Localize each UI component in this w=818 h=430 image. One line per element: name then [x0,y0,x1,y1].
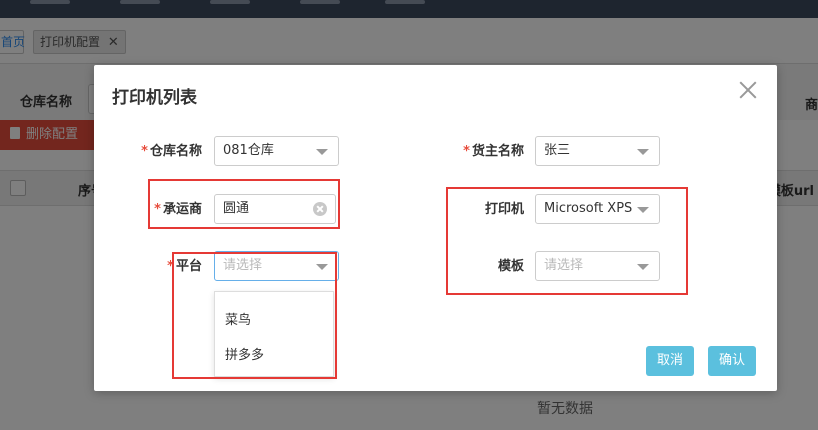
chevron-down-icon [637,149,649,155]
carrier-select[interactable]: 圆通 [214,194,336,224]
warehouse-select[interactable]: 081仓库 [214,136,339,166]
printer-select-value: Microsoft XPS [544,201,633,216]
clear-icon[interactable] [313,202,327,216]
platform-label-text: 平台 [175,259,202,274]
platform-select[interactable]: 请选择 [214,251,339,281]
platform-select-placeholder: 请选择 [223,258,263,273]
confirm-button[interactable]: 确认 [708,346,756,376]
chevron-down-icon [637,264,649,270]
printer-field-label: 打印机 [424,195,524,225]
platform-dropdown: 菜鸟 拼多多 [214,291,334,377]
platform-option-cainiao[interactable]: 菜鸟 [225,309,251,328]
carrier-label-text: 承运商 [162,202,202,217]
required-mark: * [463,144,470,159]
template-label-text: 模板 [497,259,524,274]
warehouse-label-text: 仓库名称 [149,144,202,159]
platform-field-label: * 平台 [102,252,202,282]
printer-label-text: 打印机 [484,202,524,217]
platform-option-pinduoduo[interactable]: 拼多多 [225,344,264,363]
template-select[interactable]: 请选择 [535,251,660,281]
required-mark: * [141,144,148,159]
required-mark: * [167,259,174,274]
warehouse-field-label: * 仓库名称 [102,137,202,167]
carrier-select-value: 圆通 [223,201,250,216]
cancel-button[interactable]: 取消 [646,346,694,376]
printer-select[interactable]: Microsoft XPS [535,194,660,224]
chevron-down-icon [637,207,649,213]
owner-label-text: 货主名称 [471,144,524,159]
owner-select-value: 张三 [544,143,571,158]
printer-config-page: 首页 打印机配置 ✕ 仓库名称 商 删除配置 序号 模板url 暂无数据 打印机… [0,0,818,430]
owner-select[interactable]: 张三 [535,136,660,166]
template-field-label: 模板 [424,252,524,282]
chevron-down-icon [316,264,328,270]
close-icon[interactable] [737,79,759,101]
printer-list-dialog: 打印机列表 * 仓库名称 081仓库 * 货主名称 张三 * 承运商 圆通 打印机 [94,65,777,391]
chevron-down-icon [316,149,328,155]
template-select-placeholder: 请选择 [544,258,584,273]
required-mark: * [154,202,161,217]
dialog-title: 打印机列表 [112,88,197,108]
carrier-field-label: * 承运商 [102,195,202,225]
warehouse-select-value: 081仓库 [223,143,274,158]
owner-field-label: * 货主名称 [424,137,524,167]
